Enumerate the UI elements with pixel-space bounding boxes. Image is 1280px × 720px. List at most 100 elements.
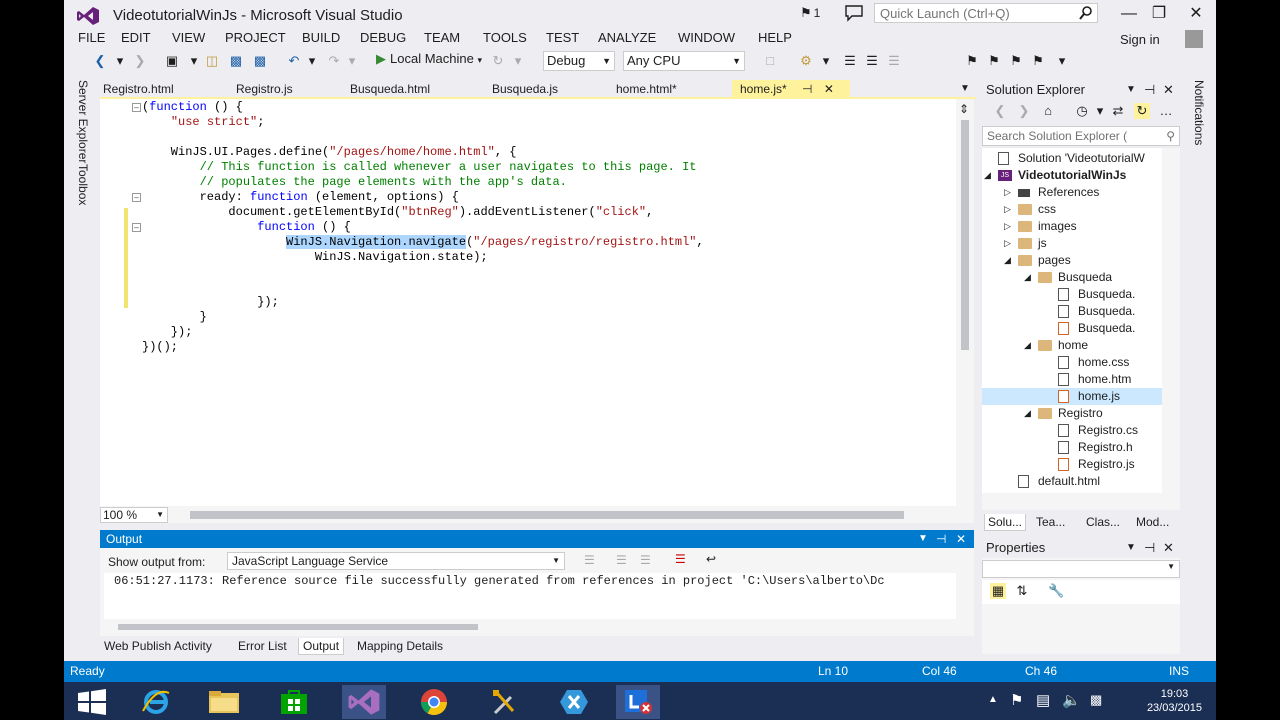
pin-icon[interactable]: ⊣ — [1144, 80, 1155, 100]
notifications-tab[interactable]: Notifications — [1192, 80, 1206, 145]
collapse-arrow-icon[interactable]: ◢ — [1024, 337, 1031, 354]
chrome-icon[interactable] — [412, 685, 456, 719]
expand-arrow-icon[interactable]: ▷ — [1004, 184, 1011, 201]
tree-item[interactable]: home.css — [982, 354, 1162, 371]
close-icon[interactable]: ✕ — [1163, 538, 1174, 558]
collapse-arrow-icon[interactable]: ◢ — [1024, 405, 1031, 422]
undo-dropdown-icon[interactable]: ▾ — [304, 53, 320, 69]
network-icon[interactable]: ▤ — [1036, 691, 1050, 709]
restore-icon[interactable]: ❐ — [1142, 2, 1176, 26]
panel-menu-icon[interactable]: ▼ — [1126, 80, 1136, 100]
property-pages-icon[interactable]: 🔧 — [1048, 583, 1064, 599]
browser-link-dropdown-icon[interactable]: ▾ — [818, 53, 834, 69]
open-folder-icon[interactable]: ◫ — [204, 53, 220, 69]
tree-item[interactable]: ▷ css — [982, 201, 1162, 218]
editor-vertical-scroll-thumb[interactable] — [961, 120, 969, 350]
internet-explorer-icon[interactable] — [134, 685, 178, 719]
collapse-arrow-icon[interactable]: ◢ — [1024, 269, 1031, 286]
collapse-icon[interactable]: – — [132, 103, 141, 112]
output-source-select[interactable]: JavaScript Language Service ▼ — [227, 552, 565, 570]
tab-mapping-details[interactable]: Mapping Details — [357, 638, 443, 654]
forward-icon[interactable]: ❯ — [132, 53, 148, 69]
user-avatar-icon[interactable] — [1185, 30, 1203, 48]
search-icon[interactable] — [1078, 5, 1094, 21]
tab-model-browser[interactable]: Mod... — [1136, 514, 1169, 530]
pin-icon[interactable]: ⊣ — [802, 82, 812, 96]
expand-arrow-icon[interactable]: ▷ — [1004, 235, 1011, 252]
tab-home-html[interactable]: home.html* — [616, 80, 677, 98]
history-dropdown-icon[interactable]: ▾ — [1092, 103, 1108, 119]
tab-home-js[interactable]: home.js* ⊣ ✕ — [732, 80, 850, 98]
server-explorer-tab[interactable]: Server Explorer — [76, 80, 90, 163]
collapse-arrow-icon[interactable]: ◢ — [1004, 252, 1011, 269]
menu-file[interactable]: FILE — [78, 30, 105, 45]
tab-web-publish-activity[interactable]: Web Publish Activity — [104, 638, 212, 654]
action-center-flag-icon[interactable]: ⚑ — [1010, 691, 1023, 709]
tab-team-explorer[interactable]: Tea... — [1036, 514, 1065, 530]
volume-icon[interactable]: 🔈 — [1062, 691, 1081, 709]
history-icon[interactable]: ◷ — [1074, 103, 1090, 119]
menu-build[interactable]: BUILD — [302, 30, 340, 45]
refresh-icon[interactable]: ↻ — [1134, 103, 1150, 119]
output-vertical-scrollbar[interactable] — [956, 573, 974, 619]
tools-icon[interactable] — [482, 685, 526, 719]
menu-view[interactable]: VIEW — [172, 30, 205, 45]
word-wrap-icon[interactable]: ↩ — [706, 552, 716, 566]
show-hidden-icons-icon[interactable]: ▲ — [988, 694, 998, 705]
tree-item[interactable]: ◢ Busqueda — [982, 269, 1162, 286]
more-options-icon[interactable]: … — [1158, 103, 1174, 119]
quick-launch[interactable] — [874, 3, 1098, 23]
zoom-select[interactable]: 100 % ▼ — [100, 507, 168, 523]
menu-window[interactable]: WINDOW — [678, 30, 735, 45]
quick-launch-input[interactable] — [875, 4, 1070, 22]
back-icon[interactable]: ❮ — [992, 103, 1008, 119]
output-text[interactable]: 06:51:27.1173: Reference source file suc… — [104, 573, 956, 619]
next-message-icon[interactable]: ☰ — [640, 553, 651, 567]
menu-team[interactable]: TEAM — [424, 30, 460, 45]
editor-horizontal-scroll-thumb[interactable] — [190, 511, 904, 519]
run-dropdown-icon[interactable]: ▾ — [477, 55, 482, 65]
menu-test[interactable]: TEST — [546, 30, 579, 45]
notification-flag-icon[interactable]: ⚑ 1 — [800, 5, 822, 23]
collapse-icon[interactable]: – — [132, 193, 141, 202]
comment-icon[interactable]: ☰ — [864, 53, 880, 69]
close-icon[interactable]: ✕ — [1179, 2, 1213, 26]
tree-item[interactable]: Busqueda. — [982, 320, 1162, 337]
undo-icon[interactable]: ↶ — [286, 53, 302, 69]
tree-item[interactable]: home.js — [982, 388, 1180, 405]
file-explorer-icon[interactable] — [202, 685, 246, 719]
tree-item[interactable]: Registro.js — [982, 456, 1162, 473]
save-icon[interactable]: ▩ — [228, 53, 244, 69]
panel-menu-icon[interactable]: ▼ — [918, 530, 928, 548]
menu-analyze[interactable]: ANALYZE — [598, 30, 656, 45]
xamarin-icon[interactable] — [552, 685, 596, 719]
minimize-icon[interactable]: — — [1112, 2, 1146, 26]
close-icon[interactable]: ✕ — [1163, 80, 1174, 100]
tab-output[interactable]: Output — [298, 638, 345, 655]
tree-item[interactable]: ▷ images — [982, 218, 1162, 235]
tree-item[interactable]: Solution 'VideotutorialW — [982, 150, 1162, 167]
platform-select[interactable]: Any CPU ▼ — [623, 51, 745, 71]
expand-arrow-icon[interactable]: ▷ — [1004, 201, 1011, 218]
close-icon[interactable]: ✕ — [956, 530, 966, 548]
alphabetical-icon[interactable]: ⇅ — [1014, 583, 1030, 599]
sign-in-link[interactable]: Sign in — [1120, 32, 1160, 47]
uncomment-icon[interactable]: ☰ — [886, 53, 902, 69]
find-icon[interactable]: □ — [762, 53, 778, 69]
tree-item[interactable]: Registro.h — [982, 439, 1162, 456]
collapse-arrow-icon[interactable]: ◢ — [984, 167, 991, 184]
new-project-icon[interactable]: ▣ — [164, 53, 180, 69]
goto-message-icon[interactable]: ☰ — [584, 553, 595, 567]
menu-help[interactable]: HELP — [758, 30, 792, 45]
pin-icon[interactable]: ⊣ — [936, 530, 946, 548]
categorized-icon[interactable]: ▦ — [990, 583, 1006, 599]
tree-item[interactable]: Registro.cs — [982, 422, 1162, 439]
tree-item[interactable]: ▷ js — [982, 235, 1162, 252]
tree-item[interactable]: ◢ pages — [982, 252, 1162, 269]
save-all-icon[interactable]: ▩ — [252, 53, 268, 69]
toolbar-overflow-icon[interactable]: ▾ — [1054, 53, 1070, 69]
tree-item[interactable]: ◢ home — [982, 337, 1162, 354]
tab-solution-explorer[interactable]: Solu... — [984, 514, 1027, 531]
refresh-dropdown-icon[interactable]: ▾ — [510, 53, 526, 69]
properties-object-select[interactable]: ▼ — [982, 560, 1180, 578]
